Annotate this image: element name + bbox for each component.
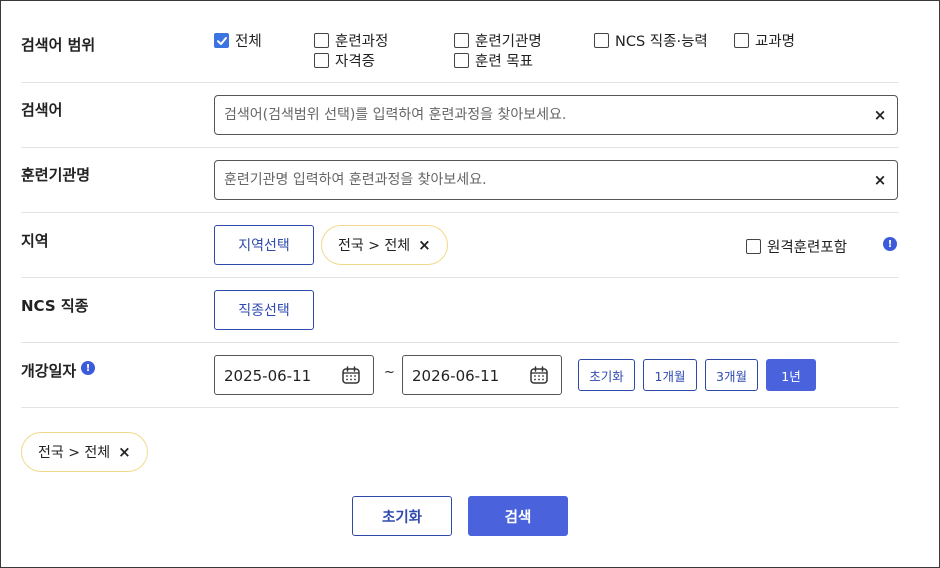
period-row: 개강일자 ! 2025-06-11 ~ 2026-06-11 초기화 1개월 3… bbox=[21, 343, 899, 408]
start-date-value: 2025-06-11 bbox=[224, 367, 312, 385]
scope-option-label: 전체 bbox=[235, 34, 262, 50]
checkbox-icon[interactable] bbox=[454, 33, 469, 48]
scope-option-label: 교과명 bbox=[755, 34, 796, 50]
end-date-value: 2026-06-11 bbox=[412, 367, 500, 385]
scope-option-course[interactable]: 훈련과정 bbox=[314, 30, 388, 51]
checkbox-icon[interactable] bbox=[594, 33, 609, 48]
period-1-month-button[interactable]: 1개월 bbox=[643, 359, 697, 391]
institution-field[interactable]: × bbox=[214, 160, 898, 200]
divider bbox=[21, 407, 899, 408]
scope-option-ncs[interactable]: NCS 직종·능력 bbox=[594, 30, 708, 51]
search-button[interactable]: 검색 bbox=[468, 496, 568, 536]
calendar-icon[interactable] bbox=[341, 365, 361, 385]
calendar-icon[interactable] bbox=[529, 365, 549, 385]
institution-input[interactable] bbox=[215, 161, 855, 199]
scope-option-goal[interactable]: 훈련 목표 bbox=[454, 50, 533, 71]
search-panel: 검색어 범위 전체 훈련과정 훈련기관명 NCS 직종·능력 교과명 자격증 훈… bbox=[0, 0, 940, 568]
scope-option-label: 훈련 목표 bbox=[475, 54, 533, 70]
remove-filter-icon[interactable]: × bbox=[118, 443, 131, 461]
checkbox-checked-icon[interactable] bbox=[214, 33, 229, 48]
scope-option-institution[interactable]: 훈련기관명 bbox=[454, 30, 542, 51]
scope-row: 검색어 범위 전체 훈련과정 훈련기관명 NCS 직종·능력 교과명 자격증 훈… bbox=[21, 1, 899, 83]
remove-region-icon[interactable]: × bbox=[418, 236, 431, 254]
date-range-tilde: ~ bbox=[384, 365, 395, 380]
checkbox-icon[interactable] bbox=[314, 53, 329, 68]
scope-option-label: NCS 직종·능력 bbox=[615, 34, 708, 50]
region-label: 지역 bbox=[21, 232, 49, 250]
remote-training-checkbox[interactable]: 원격훈련포함 bbox=[746, 236, 847, 257]
checkbox-icon[interactable] bbox=[734, 33, 749, 48]
clear-keyword-icon[interactable]: × bbox=[871, 106, 889, 124]
period-1-year-button[interactable]: 1년 bbox=[766, 359, 816, 391]
keyword-label: 검색어 bbox=[21, 101, 63, 119]
region-row: 지역 지역선택 전국 > 전체 × 원격훈련포함 ! bbox=[21, 213, 899, 278]
scope-option-subject[interactable]: 교과명 bbox=[734, 30, 795, 51]
scope-option-label: 훈련기관명 bbox=[475, 34, 542, 50]
period-label: 개강일자 bbox=[21, 362, 77, 380]
period-3-months-button[interactable]: 3개월 bbox=[705, 359, 758, 391]
region-chip-label: 전국 > 전체 bbox=[338, 238, 411, 254]
checkbox-icon[interactable] bbox=[746, 239, 761, 254]
scope-option-certificate[interactable]: 자격증 bbox=[314, 50, 375, 71]
info-icon[interactable]: ! bbox=[883, 237, 897, 251]
scope-label: 검색어 범위 bbox=[21, 36, 96, 54]
scope-option-label: 훈련과정 bbox=[335, 34, 389, 50]
selected-filter-chip: 전국 > 전체 × bbox=[21, 432, 148, 472]
reset-button[interactable]: 초기화 bbox=[352, 496, 452, 536]
clear-institution-icon[interactable]: × bbox=[871, 171, 889, 189]
remote-training-label: 원격훈련포함 bbox=[767, 240, 848, 256]
keyword-input[interactable] bbox=[215, 96, 855, 134]
scope-option-all[interactable]: 전체 bbox=[214, 30, 262, 51]
ncs-row: NCS 직종 직종선택 bbox=[21, 278, 899, 343]
period-reset-button[interactable]: 초기화 bbox=[578, 359, 635, 391]
checkbox-icon[interactable] bbox=[454, 53, 469, 68]
keyword-field[interactable]: × bbox=[214, 95, 898, 135]
checkbox-icon[interactable] bbox=[314, 33, 329, 48]
selected-filter-label: 전국 > 전체 bbox=[38, 445, 111, 461]
region-select-button[interactable]: 지역선택 bbox=[214, 225, 314, 265]
end-date-field[interactable]: 2026-06-11 bbox=[402, 355, 562, 395]
period-info-icon[interactable]: ! bbox=[81, 361, 95, 375]
region-chip: 전국 > 전체 × bbox=[321, 225, 448, 265]
keyword-row: 검색어 × bbox=[21, 83, 899, 148]
start-date-field[interactable]: 2025-06-11 bbox=[214, 355, 374, 395]
scope-option-label: 자격증 bbox=[335, 54, 376, 70]
ncs-label: NCS 직종 bbox=[21, 297, 89, 315]
institution-label: 훈련기관명 bbox=[21, 166, 91, 184]
ncs-select-button[interactable]: 직종선택 bbox=[214, 290, 314, 330]
institution-row: 훈련기관명 × bbox=[21, 148, 899, 213]
